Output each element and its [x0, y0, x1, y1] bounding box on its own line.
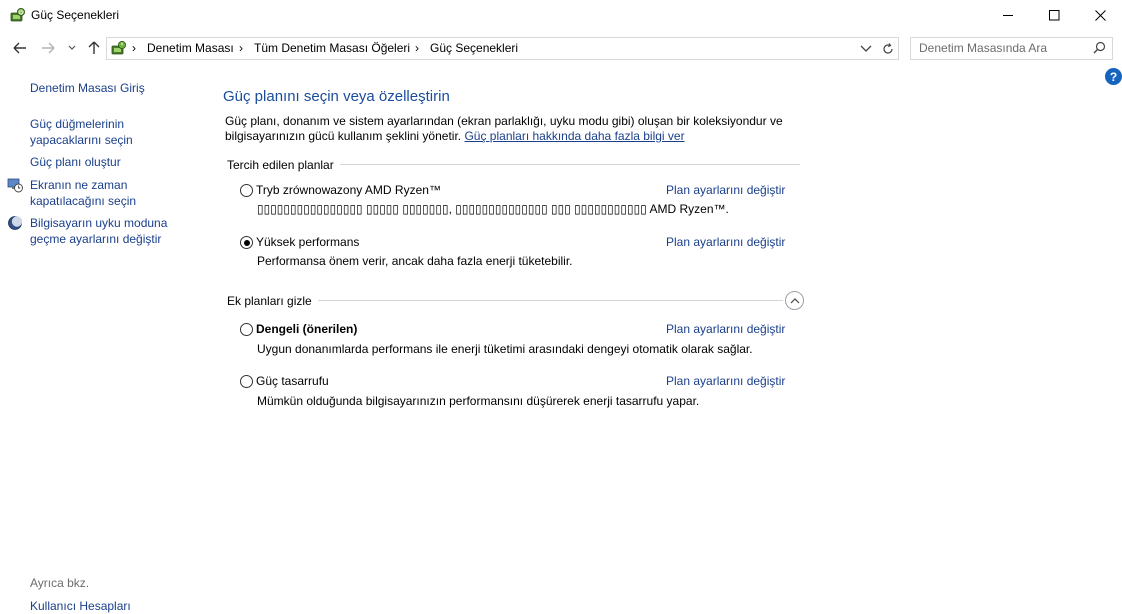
- plan-name-power-saver[interactable]: Güç tasarrufu: [256, 374, 329, 388]
- address-bar[interactable]: › Denetim Masası › Tüm Denetim Masası Öğ…: [106, 37, 879, 60]
- plan-name-balanced[interactable]: Dengeli (önerilen): [256, 322, 357, 336]
- preferred-plans-label: Tercih edilen planlar: [227, 158, 340, 172]
- minimize-icon: [1002, 15, 1013, 16]
- plan-radio-power-saver[interactable]: [240, 375, 253, 388]
- sidebar-link-power-buttons[interactable]: Güç düğmelerinin yapacaklarını seçin: [30, 116, 133, 148]
- navigation-bar: › Denetim Masası › Tüm Denetim Masası Öğ…: [0, 36, 1122, 60]
- power-options-icon: [111, 41, 126, 55]
- breadcrumb-separator: ›: [132, 41, 136, 55]
- refresh-icon: [882, 42, 893, 54]
- sidebar-link-display-off-line2: kapatılacağını seçin: [30, 194, 137, 208]
- close-button[interactable]: [1077, 0, 1122, 31]
- up-arrow-icon: [88, 41, 100, 54]
- sidebar-link-display-off-line1: Ekranın ne zaman: [30, 178, 128, 192]
- search-input[interactable]: [911, 38, 1089, 57]
- sidebar-link-sleep-line1: Bilgisayarın uyku moduna: [30, 216, 168, 230]
- change-plan-settings-link[interactable]: Plan ayarlarını değiştir: [666, 322, 785, 336]
- chevron-down-icon[interactable]: [859, 41, 873, 55]
- back-arrow-icon: [13, 42, 26, 54]
- recent-locations-button[interactable]: [64, 36, 80, 60]
- learn-more-link[interactable]: Güç planları hakkında daha fazla bilgi v…: [464, 129, 684, 143]
- minimize-button[interactable]: [985, 0, 1031, 31]
- sidebar-link-user-accounts[interactable]: Kullanıcı Hesapları: [30, 598, 131, 614]
- close-icon: [1094, 10, 1106, 21]
- change-plan-settings-link[interactable]: Plan ayarlarını değiştir: [666, 235, 785, 249]
- plan-radio-amd-balanced[interactable]: [240, 184, 253, 197]
- plan-name-high-performance[interactable]: Yüksek performans: [256, 235, 359, 249]
- window-title: Güç Seçenekleri: [31, 8, 120, 22]
- plan-desc-high-performance: Performansa önem verir, ancak daha fazla…: [257, 254, 573, 268]
- plan-radio-high-performance[interactable]: [240, 236, 253, 249]
- sleep-moon-icon: [8, 216, 23, 230]
- change-plan-settings-link[interactable]: Plan ayarlarını değiştir: [666, 374, 785, 388]
- plan-radio-balanced[interactable]: [240, 323, 253, 336]
- collapse-extra-plans-button[interactable]: [785, 291, 804, 310]
- breadcrumb-separator: ›: [239, 41, 243, 55]
- power-options-icon: [10, 8, 25, 22]
- sidebar-link-display-off[interactable]: Ekranın ne zaman kapatılacağını seçin: [30, 177, 136, 209]
- help-button[interactable]: ?: [1105, 68, 1122, 85]
- sidebar-link-power-buttons-line2: yapacaklarını seçin: [30, 133, 133, 147]
- sidebar-link-home[interactable]: Denetim Masası Giriş: [30, 80, 145, 96]
- breadcrumb-control-panel[interactable]: Denetim Masası: [147, 41, 234, 55]
- change-plan-settings-link[interactable]: Plan ayarlarını değiştir: [666, 183, 785, 197]
- page-title: Güç planını seçin veya özelleştirin: [223, 88, 450, 105]
- chevron-up-icon: [790, 297, 799, 303]
- breadcrumb-power-options[interactable]: Güç Seçenekleri: [430, 41, 518, 55]
- search-icon[interactable]: [1093, 41, 1106, 54]
- plan-desc-power-saver: Mümkün olduğunda bilgisayarınızın perfor…: [257, 394, 700, 408]
- plan-desc-amd-balanced: ▯▯▯▯▯▯▯▯▯▯▯▯▯▯▯▯ ▯▯▯▯▯ ▯▯▯▯▯▯▯, ▯▯▯▯▯▯▯▯…: [257, 202, 729, 216]
- up-button[interactable]: [84, 36, 104, 60]
- breadcrumb-separator: ›: [415, 41, 419, 55]
- see-also-label: Ayrıca bkz.: [30, 576, 90, 590]
- forward-arrow-icon: [42, 42, 55, 54]
- chevron-down-icon: [68, 45, 76, 50]
- sidebar-link-create-plan[interactable]: Güç planı oluştur: [30, 154, 121, 170]
- extra-plans-label: Ek planları gizle: [227, 294, 318, 308]
- forward-button[interactable]: [36, 36, 60, 60]
- sidebar-link-sleep-line2: geçme ayarlarını değiştir: [30, 232, 162, 246]
- breadcrumb-all-items[interactable]: Tüm Denetim Masası Öğeleri: [254, 41, 410, 55]
- sidebar-link-sleep-settings[interactable]: Bilgisayarın uyku moduna geçme ayarların…: [30, 215, 167, 247]
- maximize-button[interactable]: [1031, 0, 1077, 31]
- plan-name-amd-balanced[interactable]: Tryb zrównowazony AMD Ryzen™: [256, 183, 441, 197]
- search-box[interactable]: [910, 37, 1113, 60]
- sidebar-link-power-buttons-line1: Güç düğmelerinin: [30, 117, 125, 131]
- display-clock-icon: [7, 178, 23, 193]
- intro-text: Güç planı, donanım ve sistem ayarlarında…: [225, 114, 795, 144]
- plan-desc-balanced: Uygun donanımlarda performans ile enerji…: [257, 342, 753, 356]
- back-button[interactable]: [8, 36, 32, 60]
- title-bar: Güç Seçenekleri: [0, 0, 1122, 31]
- refresh-button[interactable]: [877, 37, 899, 60]
- maximize-icon: [1048, 10, 1059, 21]
